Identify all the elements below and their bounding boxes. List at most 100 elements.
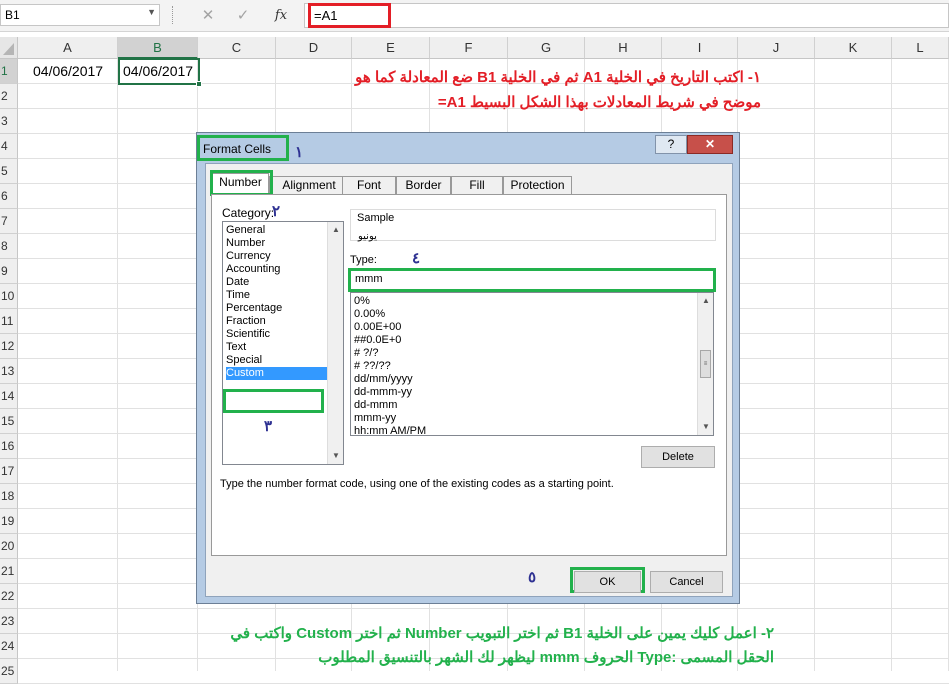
category-item[interactable]: Currency: [226, 250, 327, 263]
row-header-10[interactable]: 10: [0, 284, 18, 309]
row-header-13[interactable]: 13: [0, 359, 18, 384]
row-header-6[interactable]: 6: [0, 184, 18, 209]
fill-handle[interactable]: [196, 81, 202, 87]
gridline: [891, 59, 892, 671]
column-header-e[interactable]: E: [352, 37, 430, 59]
chevron-down-icon[interactable]: ▼: [147, 7, 156, 17]
formula-text[interactable]: =A1: [308, 3, 391, 28]
category-item[interactable]: Time: [226, 289, 327, 302]
custom-highlight: [223, 389, 324, 413]
row-header-7[interactable]: 7: [0, 209, 18, 234]
tab-alignment[interactable]: Alignment: [269, 176, 349, 194]
formula-input[interactable]: [304, 3, 949, 28]
category-item[interactable]: Number: [226, 237, 327, 250]
format-item[interactable]: dd-mmm-yy: [354, 386, 412, 399]
column-header-a[interactable]: A: [18, 37, 118, 59]
dialog-title: Format Cells: [203, 142, 272, 156]
format-item[interactable]: # ??/??: [354, 360, 391, 373]
column-header-k[interactable]: K: [815, 37, 892, 59]
format-item[interactable]: 0.00E+00: [354, 321, 401, 334]
tab-protection[interactable]: Protection: [503, 176, 572, 194]
cancel-button[interactable]: Cancel: [650, 571, 723, 593]
enter-icon[interactable]: ✓: [233, 6, 253, 26]
row-header-2[interactable]: 2: [0, 84, 18, 109]
category-item[interactable]: Text: [226, 341, 327, 354]
step-number-5: ٥: [528, 569, 537, 586]
row-header-19[interactable]: 19: [0, 509, 18, 534]
format-item[interactable]: hh:mm AM/PM: [354, 425, 426, 435]
column-header-d[interactable]: D: [276, 37, 352, 59]
row-header-20[interactable]: 20: [0, 534, 18, 559]
row-header-5[interactable]: 5: [0, 159, 18, 184]
category-item[interactable]: General: [226, 224, 327, 237]
category-item[interactable]: Special: [226, 354, 327, 367]
format-item[interactable]: 0.00%: [354, 308, 385, 321]
tab-font[interactable]: Font: [342, 176, 396, 194]
select-all-corner[interactable]: [0, 37, 18, 59]
step1-line2: موضح في شريط المعادلات بهذا الشكل البسيط…: [437, 94, 761, 111]
row-header-12[interactable]: 12: [0, 334, 18, 359]
tab-fill[interactable]: Fill: [451, 176, 503, 194]
row-header-9[interactable]: 9: [0, 259, 18, 284]
category-list[interactable]: ▲ ▼ General Number Currency Accounting Date T…: [222, 221, 344, 465]
category-item[interactable]: Custom: [226, 367, 327, 380]
scroll-down-icon[interactable]: ▼: [328, 448, 343, 464]
name-box[interactable]: B1 ▼: [0, 4, 160, 26]
row-header-25[interactable]: 25: [0, 659, 18, 684]
row-header-22[interactable]: 22: [0, 584, 18, 609]
dialog-body: Number Alignment Font Border Fill Protec…: [205, 163, 733, 597]
row-header-24[interactable]: 24: [0, 634, 18, 659]
row-header-17[interactable]: 17: [0, 459, 18, 484]
category-item[interactable]: Scientific: [226, 328, 327, 341]
column-header-h[interactable]: H: [585, 37, 662, 59]
name-box-value: B1: [5, 8, 20, 22]
step-number-1: ١: [295, 144, 304, 161]
row-header-16[interactable]: 16: [0, 434, 18, 459]
format-list[interactable]: ▲ ≡ ▼ 0% 0.00% 0.00E+00 ##0.0E+0 # ?/? # ??/?…: [350, 292, 714, 436]
row-header-4[interactable]: 4: [0, 134, 18, 159]
cell-selection-border: [118, 58, 200, 85]
row-header-14[interactable]: 14: [0, 384, 18, 409]
column-header-i[interactable]: I: [662, 37, 738, 59]
column-header-c[interactable]: C: [198, 37, 276, 59]
scroll-down-icon[interactable]: ▼: [698, 419, 713, 435]
scroll-up-icon[interactable]: ▲: [698, 293, 713, 309]
close-button[interactable]: ✕: [687, 135, 733, 154]
category-scrollbar[interactable]: ▲ ▼: [327, 222, 343, 464]
category-item[interactable]: Date: [226, 276, 327, 289]
tab-border[interactable]: Border: [396, 176, 451, 194]
column-header-l[interactable]: L: [892, 37, 949, 59]
ok-button[interactable]: OK: [574, 571, 641, 593]
row-header-1[interactable]: 1: [0, 59, 18, 84]
number-tab-highlight: [210, 170, 273, 196]
category-item[interactable]: Accounting: [226, 263, 327, 276]
format-item[interactable]: # ?/?: [354, 347, 378, 360]
row-header-11[interactable]: 11: [0, 309, 18, 334]
column-header-j[interactable]: J: [738, 37, 815, 59]
format-item[interactable]: mmm-yy: [354, 412, 396, 425]
row-header-8[interactable]: 8: [0, 234, 18, 259]
row-header-21[interactable]: 21: [0, 559, 18, 584]
format-item[interactable]: dd-mmm: [354, 399, 397, 412]
row-header-23[interactable]: 23: [0, 609, 18, 634]
cancel-icon[interactable]: ✕: [198, 6, 218, 26]
row-header-15[interactable]: 15: [0, 409, 18, 434]
category-item[interactable]: Percentage: [226, 302, 327, 315]
row-header-18[interactable]: 18: [0, 484, 18, 509]
format-item[interactable]: ##0.0E+0: [354, 334, 401, 347]
column-header-b[interactable]: B: [118, 37, 198, 59]
row-header-3[interactable]: 3: [0, 109, 18, 134]
column-header-f[interactable]: F: [430, 37, 508, 59]
format-item[interactable]: dd/mm/yyyy: [354, 373, 413, 386]
cell-a1[interactable]: 04/06/2017: [33, 63, 103, 79]
scroll-thumb[interactable]: ≡: [700, 350, 711, 378]
format-scrollbar[interactable]: ▲ ≡ ▼: [697, 293, 713, 435]
delete-button[interactable]: Delete: [641, 446, 715, 468]
format-item[interactable]: 0%: [354, 295, 370, 308]
insert-function-icon[interactable]: fx: [271, 6, 291, 26]
scroll-up-icon[interactable]: ▲: [328, 222, 343, 238]
category-item[interactable]: Fraction: [226, 315, 327, 328]
sample-value: يونيو: [358, 231, 377, 242]
column-header-g[interactable]: G: [508, 37, 585, 59]
help-button[interactable]: ?: [655, 135, 687, 154]
